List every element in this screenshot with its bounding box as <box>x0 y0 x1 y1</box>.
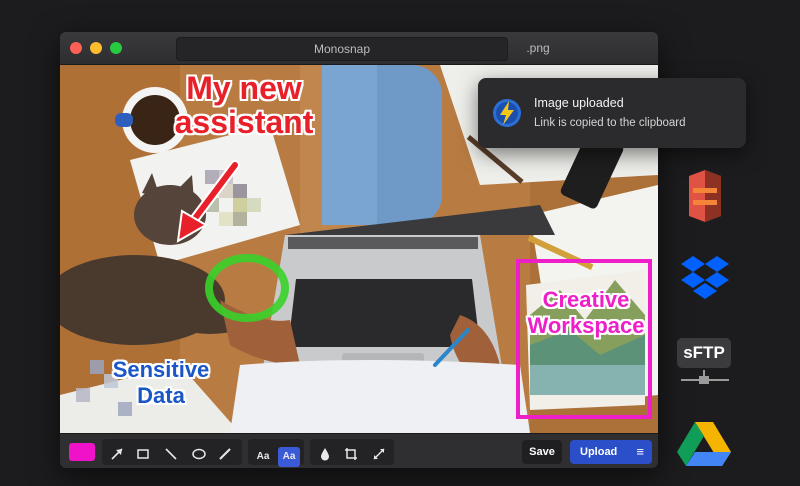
file-extension: .png <box>526 41 550 55</box>
amazon-s3-icon[interactable] <box>683 170 727 227</box>
google-drive-icon[interactable] <box>677 420 731 473</box>
minimize-window-button[interactable] <box>90 42 102 54</box>
annotation-line: Data <box>137 383 185 408</box>
notification-title: Image uploaded <box>534 96 624 110</box>
crop-icon[interactable] <box>340 447 362 467</box>
dropbox-icon[interactable] <box>680 254 730 305</box>
blur-drop-icon[interactable] <box>314 447 336 467</box>
annotation-text-red[interactable]: My new assistant <box>144 71 344 139</box>
sftp-label: sFTP <box>677 338 731 368</box>
shape-tools-group <box>102 439 242 465</box>
text-background-tool-button[interactable]: Aa <box>278 447 300 467</box>
text-tool-button[interactable]: Aa <box>252 447 274 467</box>
sftp-server-icon[interactable]: sFTP <box>677 338 733 390</box>
maximize-window-button[interactable] <box>110 42 122 54</box>
save-button[interactable]: Save <box>522 440 562 464</box>
arrow-tool-icon[interactable] <box>106 447 128 467</box>
upload-notification[interactable]: Image uploaded Link is copied to the cli… <box>478 78 746 148</box>
line-tool-icon[interactable] <box>160 447 182 467</box>
color-picker-button[interactable] <box>69 443 95 461</box>
annotation-line: Sensitive <box>112 357 210 382</box>
annotation-line: assistant <box>174 104 314 140</box>
text-tools-group: Aa Aa <box>248 439 304 467</box>
shirt <box>230 360 530 433</box>
pink-rectangle-annotation[interactable] <box>516 259 652 419</box>
edit-tools-group <box>310 439 394 465</box>
annotation-text-blue[interactable]: Sensitive Data <box>96 357 226 409</box>
monosnap-lightning-icon <box>492 98 522 133</box>
title-bar: Monosnap .png <box>60 32 658 65</box>
annotation-line: Creative <box>542 287 630 312</box>
resize-expand-icon[interactable] <box>368 447 390 467</box>
annotation-line: Workspace <box>527 313 645 338</box>
annotation-toolbar: Aa Aa Save Upload ≡ <box>60 433 658 468</box>
filename-input[interactable]: Monosnap <box>176 37 508 61</box>
pen-tool-icon[interactable] <box>214 447 236 467</box>
ellipse-tool-icon[interactable] <box>188 447 210 467</box>
annotation-line: My new <box>186 70 302 106</box>
upload-button-label: Upload <box>580 446 618 458</box>
close-window-button[interactable] <box>70 42 82 54</box>
notification-body: Link is copied to the clipboard <box>534 117 686 129</box>
upload-button[interactable]: Upload ≡ <box>570 440 652 464</box>
annotation-text-pink[interactable]: Creative Workspace <box>516 287 656 339</box>
hamburger-menu-icon[interactable]: ≡ <box>636 440 644 464</box>
rectangle-tool-icon[interactable] <box>132 447 154 467</box>
